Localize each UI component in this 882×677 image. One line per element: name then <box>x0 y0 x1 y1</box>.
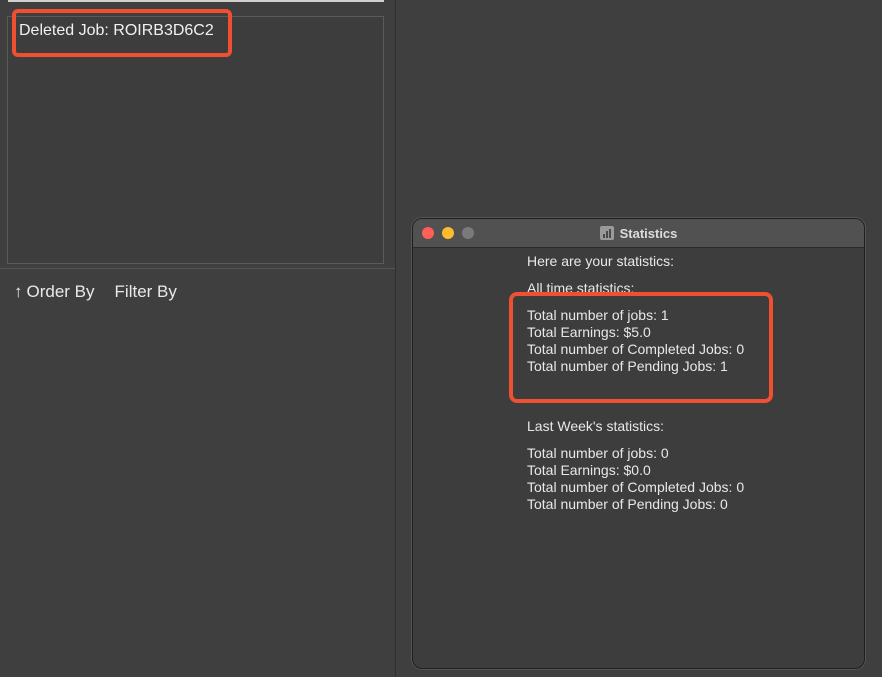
result-highlight <box>12 9 232 57</box>
panel-divider <box>0 268 395 269</box>
main-panel: Deleted Job: ROIRB3D6C2 ↑ Order By Filte… <box>0 0 396 677</box>
arrow-up-icon: ↑ <box>14 282 23 301</box>
last-week-total-jobs: Total number of jobs: 0 <box>527 445 669 461</box>
last-week-pending-jobs: Total number of Pending Jobs: 0 <box>527 496 728 512</box>
last-week-heading: Last Week's statistics: <box>527 418 665 434</box>
last-week-completed-jobs: Total number of Completed Jobs: 0 <box>527 479 745 495</box>
filter-by-button[interactable]: Filter By <box>115 282 177 302</box>
order-by-label: Order By <box>26 282 95 301</box>
list-toolbar: ↑ Order By Filter By <box>14 282 177 302</box>
all-time-highlight <box>509 292 773 403</box>
window-titlebar[interactable]: Statistics <box>413 219 864 248</box>
top-divider <box>8 0 384 2</box>
order-by-button[interactable]: ↑ Order By <box>14 282 95 302</box>
statistics-window: Statistics Here are your statistics: All… <box>412 218 865 669</box>
stats-intro: Here are your statistics: <box>527 253 675 269</box>
chart-icon <box>599 226 614 240</box>
window-title-text: Statistics <box>619 225 678 241</box>
filter-by-label: Filter By <box>114 282 177 301</box>
last-week-total-earnings: Total Earnings: $0.0 <box>527 462 651 478</box>
window-title: Statistics <box>413 219 864 247</box>
